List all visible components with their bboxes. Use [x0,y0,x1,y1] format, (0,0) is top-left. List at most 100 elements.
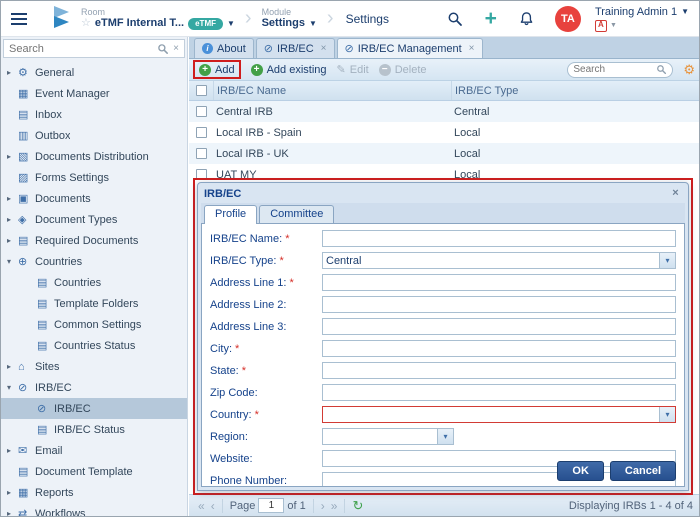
sidebar-item-label: General [35,67,74,79]
sidebar-item-countries[interactable]: ▾⊕Countries [1,251,187,272]
tree-caret-icon[interactable]: ▸ [7,194,18,203]
search-icon[interactable] [447,11,463,27]
sidebar-item-required-documents[interactable]: ▸▤Required Documents [1,230,187,251]
irb-ec-type-select[interactable]: Central▾ [322,252,676,269]
sidebar-search-input[interactable] [9,43,155,55]
tree-caret-icon[interactable]: ▸ [7,362,18,371]
zip-code-input[interactable] [322,384,676,401]
close-icon[interactable]: × [668,187,683,201]
city-input[interactable] [322,340,676,357]
column-header-irb-type[interactable]: IRB/EC Type [451,81,699,100]
sidebar-item-outbox[interactable]: ▥Outbox [1,125,187,146]
field-label-text: Address Line 2: [210,299,286,311]
tree-caret-icon[interactable]: ▸ [7,68,18,77]
add-plus-icon[interactable]: + [485,8,497,29]
tree-caret-icon[interactable]: ▾ [7,257,18,266]
sidebar-item-sites[interactable]: ▸⌂Sites [1,356,187,377]
sidebar-item-template-folders[interactable]: ▤Template Folders [1,293,187,314]
add-existing-button[interactable]: +Add existing [251,64,327,76]
address-line-3-input[interactable] [322,318,676,335]
grid-search-input[interactable] [573,64,656,75]
table-row[interactable]: Central IRBCentral [189,101,699,122]
tree-caret-icon[interactable]: ▸ [7,152,18,161]
select-all-checkbox[interactable] [196,85,207,96]
field-label: IRB/EC Type: * [210,255,322,267]
sidebar-item-irb-ec-status[interactable]: ▤IRB/EC Status [1,419,187,440]
first-page-icon[interactable]: « [195,500,208,512]
last-page-icon[interactable]: » [328,500,341,512]
next-page-icon[interactable]: › [318,500,328,512]
country-select[interactable]: ▾ [322,406,676,423]
add-button[interactable]: +Add [199,64,235,76]
tree-caret-icon[interactable]: ▸ [7,509,18,516]
user-avatar[interactable]: TA [555,6,581,32]
sidebar-item-document-types[interactable]: ▸◈Document Types [1,209,187,230]
grid-settings-gear-icon[interactable]: ⚙ [683,63,695,76]
page-number-input[interactable] [258,498,284,513]
sidebar-item-event-manager[interactable]: ▦Event Manager [1,83,187,104]
sidebar-item-general[interactable]: ▸⚙General [1,62,187,83]
delete-button[interactable]: −Delete [379,64,427,76]
tab-close-icon[interactable]: × [321,43,327,54]
search-icon[interactable] [656,64,667,75]
chevron-down-icon[interactable]: ▾ [437,429,453,444]
form-field-irb-ec-type: IRB/EC Type: *Central▾ [210,252,676,269]
address-line-2-input[interactable] [322,296,676,313]
sidebar-item-label: Required Documents [35,235,138,247]
tab-irb-ec-management[interactable]: ⊘IRB/EC Management× [337,38,483,58]
table-row[interactable]: Local IRB - SpainLocal [189,122,699,143]
sidebar-item-inbox[interactable]: ▤Inbox [1,104,187,125]
star-icon[interactable]: ☆ [81,17,91,30]
sidebar-item-documents[interactable]: ▸▣Documents [1,188,187,209]
edit-button[interactable]: ✎Edit [337,63,369,76]
hamburger-menu-icon[interactable] [11,13,27,25]
user-menu[interactable]: Training Admin 1 ▼ A ▼ [595,5,689,31]
admin-role-badge[interactable]: A [595,20,607,32]
chevron-down-icon[interactable]: ▾ [659,253,675,268]
module-selector[interactable]: Module Settings ▼ [262,7,317,31]
sidebar-item-irb-ec[interactable]: ⊘IRB/EC [1,398,187,419]
sidebar-item-forms-settings[interactable]: ▨Forms Settings [1,167,187,188]
search-icon[interactable] [155,43,171,55]
table-row[interactable]: Local IRB - UKLocal [189,143,699,164]
tree-caret-icon[interactable]: ▾ [7,383,18,392]
tab-close-icon[interactable]: × [469,43,475,54]
sidebar-item-common-settings[interactable]: ▤Common Settings [1,314,187,335]
page-icon: ▤ [37,297,54,310]
region-select[interactable]: ▾ [322,428,454,445]
chevron-down-icon[interactable]: ▾ [659,407,675,422]
toolbar-button-label: Delete [395,64,427,76]
ok-button[interactable]: OK [557,461,604,481]
sidebar-item-email[interactable]: ▸✉Email [1,440,187,461]
sidebar-item-countries[interactable]: ▤Countries [1,272,187,293]
tree-caret-icon[interactable]: ▸ [7,488,18,497]
cell-irb-type: Central [451,101,699,122]
row-checkbox[interactable] [196,127,207,138]
state-input[interactable] [322,362,676,379]
modal-tab-committee[interactable]: Committee [259,205,334,223]
sidebar-item-documents-distribution[interactable]: ▸▧Documents Distribution [1,146,187,167]
tree-caret-icon[interactable]: ▸ [7,215,18,224]
tab-irb-ec[interactable]: ⊘IRB/EC× [256,38,335,58]
row-checkbox[interactable] [196,106,207,117]
prev-page-icon[interactable]: ‹ [208,500,218,512]
row-checkbox[interactable] [196,148,207,159]
sidebar-item-workflows[interactable]: ▸⇄Workflows [1,503,187,516]
tree-caret-icon[interactable]: ▸ [7,446,18,455]
sidebar-item-countries-status[interactable]: ▤Countries Status [1,335,187,356]
clear-search-icon[interactable]: × [171,43,181,54]
tree-caret-icon[interactable]: ▸ [7,236,18,245]
tab-about[interactable]: iAbout [194,38,254,58]
sidebar-item-document-template[interactable]: ▤Document Template [1,461,187,482]
column-header-irb-name[interactable]: IRB/EC Name [213,81,451,100]
irb-ec-name-input[interactable] [322,230,676,247]
modal-titlebar[interactable]: IRB/EC × [201,186,685,203]
sidebar-item-irb-ec[interactable]: ▾⊘IRB/EC [1,377,187,398]
notifications-bell-icon[interactable] [519,11,534,27]
cancel-button[interactable]: Cancel [610,461,676,481]
room-selector[interactable]: Room ☆ eTMF Internal T... eTMF ▼ [81,7,235,31]
address-line-1-input[interactable] [322,274,676,291]
sidebar-item-reports[interactable]: ▸▦Reports [1,482,187,503]
refresh-icon[interactable]: ↻ [349,499,366,512]
modal-tab-profile[interactable]: Profile [204,205,257,224]
